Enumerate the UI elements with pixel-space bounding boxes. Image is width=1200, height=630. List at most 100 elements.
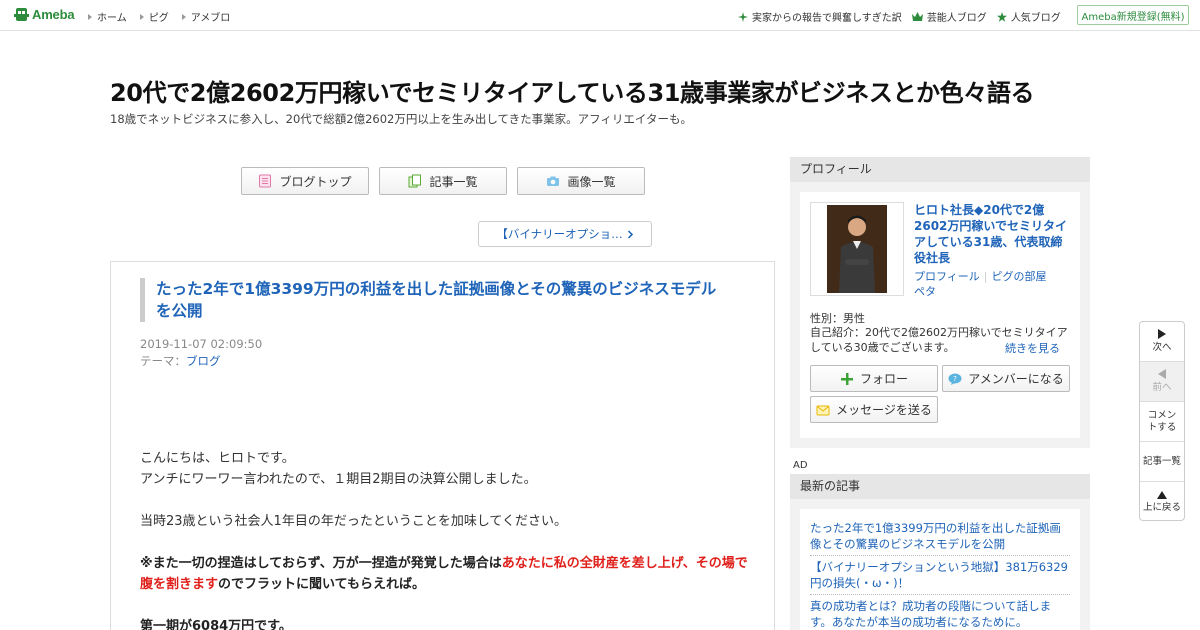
header-link-celebrity-label: 芸能人ブログ — [926, 13, 987, 24]
read-more-link[interactable]: 続きを見る — [1005, 340, 1060, 356]
comment-label: コメントする — [1147, 409, 1177, 433]
next-post-button[interactable]: 次へ — [1140, 322, 1184, 362]
next-label: 次へ — [1152, 342, 1172, 353]
amember-button[interactable]: ? アメンバーになる — [942, 365, 1070, 392]
header-link-popular[interactable]: 人気ブログ — [996, 9, 1061, 24]
follow-label: フォロー — [859, 372, 908, 386]
article-theme-link[interactable]: ブログ — [186, 354, 221, 368]
star-icon — [996, 11, 1007, 22]
ameba-logo[interactable]: Ameba — [14, 6, 75, 23]
header-link-news-label: 実家からの報告で興奮しすぎた訳 — [752, 13, 902, 24]
send-message-button[interactable]: メッセージを送る — [810, 396, 938, 423]
header-links: 実家からの報告で興奮しすぎた訳 芸能人ブログ 人気ブログ — [738, 9, 1061, 24]
article-paragraph: ※また一切の捏造はしておらず、万が一捏造が発覚した場合はあなたに私の全財産を差し… — [140, 553, 750, 595]
crown-icon — [911, 12, 923, 21]
image-list-label: 画像一覧 — [567, 174, 616, 189]
plus-icon — [840, 372, 853, 385]
signup-button[interactable]: Ameba新規登録(無料) — [1077, 5, 1189, 25]
article-text: こんにちは、ヒロトです。 — [140, 451, 295, 466]
image-list-button[interactable]: 画像一覧 — [517, 167, 645, 195]
profile-link[interactable]: プロフィール — [914, 270, 980, 283]
nav-ameblo-link[interactable]: アメブロ — [181, 9, 231, 24]
article-paragraph: こんにちは、ヒロトです。 アンチにワーワー言われたので、１期目2期目の決算公開し… — [140, 448, 750, 490]
triangle-right-icon — [181, 13, 186, 20]
back-to-top-button[interactable]: 上に戻る — [1140, 482, 1184, 522]
next-arrow-icon — [1158, 329, 1166, 339]
comment-button[interactable]: コメントする — [1140, 402, 1184, 442]
profile-links: プロフィール | ピグの部屋 ペタ — [914, 269, 1074, 299]
article-title[interactable]: たった2年で1億3399万円の利益を出した証拠画像とその驚異のビジネスモデルを公… — [156, 278, 730, 322]
chevron-right-icon — [627, 229, 633, 239]
top-nav: ホーム ピグ アメブロ — [88, 9, 230, 24]
ameba-logo-icon — [14, 8, 29, 21]
pig-room-link[interactable]: ピグの部屋 — [992, 270, 1047, 283]
nav-pig-link[interactable]: ピグ — [139, 9, 169, 24]
previous-post-label: 【バイナリーオプショ… — [496, 227, 623, 241]
prev-label: 前へ — [1152, 382, 1172, 393]
profile-heading: プロフィール — [790, 157, 1090, 182]
header-link-news[interactable]: 実家からの報告で興奮しすぎた訳 — [738, 9, 902, 24]
prev-post-button[interactable]: 前へ — [1140, 362, 1184, 402]
logo-text: Ameba — [32, 7, 75, 22]
svg-text:?: ? — [953, 375, 957, 383]
global-header: Ameba ホーム ピグ アメブロ 実家からの報告で興奮しすぎた訳 芸能人ブログ… — [0, 0, 1200, 31]
ad-label: AD — [793, 460, 808, 471]
entry-list-label: 記事一覧 — [429, 174, 478, 189]
article-text: のでフラットに聞いてもらえれば。 — [218, 577, 425, 592]
recent-post-link[interactable]: 【バイナリーオプションという地獄】381万6329円の損失(・ω・)！ — [810, 556, 1070, 595]
amember-label: アメンバーになる — [968, 372, 1064, 386]
profile-photo — [827, 205, 887, 293]
blog-top-button[interactable]: ブログトップ — [241, 167, 369, 195]
nav-pig-label: ピグ — [148, 13, 169, 24]
up-arrow-icon — [1157, 490, 1167, 499]
back-to-top-label: 上に戻る — [1142, 501, 1181, 513]
sparkle-icon — [738, 11, 748, 22]
triangle-right-icon — [88, 13, 92, 20]
prev-arrow-icon — [1158, 369, 1166, 379]
recent-posts-box: 最新の記事 たった2年で1億3399万円の利益を出した証拠画像とその驚異のビジネ… — [790, 474, 1090, 630]
header-link-celebrity[interactable]: 芸能人ブログ — [911, 9, 987, 24]
avatar[interactable] — [810, 202, 904, 296]
article-text: ※また一切の捏造はしておらず、万が一捏造が発覚した場合は — [140, 556, 502, 571]
nav-ameblo-label: アメブロ — [190, 13, 231, 24]
peta-link[interactable]: ペタ — [914, 285, 936, 298]
recent-posts-heading: 最新の記事 — [790, 474, 1090, 499]
article: たった2年で1億3399万円の利益を出した証拠画像とその驚異のビジネスモデルを公… — [110, 261, 775, 630]
envelope-icon — [816, 405, 830, 415]
article-text: 当時23歳という社会人1年目の年だったということを加味してください。 — [140, 514, 568, 529]
blog-title[interactable]: 20代で2億2602万円稼いでセミリタイアしている31歳事業家がビジネスとか色々… — [110, 73, 1034, 108]
pages-icon — [408, 174, 422, 188]
send-message-label: メッセージを送る — [836, 403, 932, 417]
profile-card: ヒロト社長◆20代で2億2602万円稼いでセミリタイアしている31歳、代表取締役… — [800, 192, 1080, 438]
document-icon — [259, 174, 272, 188]
floating-entry-list-label: 記事一覧 — [1142, 455, 1181, 467]
profile-box: プロフィール ヒロト社長◆20代で2億2602万円稼いでセミリタイアしている31… — [790, 157, 1090, 448]
article-paragraph: 当時23歳という社会人1年目の年だったということを加味してください。 — [140, 511, 750, 532]
floating-entry-list-button[interactable]: 記事一覧 — [1140, 442, 1184, 482]
profile-name-link[interactable]: ヒロト社長◆20代で2億2602万円稼いでセミリタイアしている31歳、代表取締役… — [914, 202, 1070, 266]
article-theme-label: テーマ： — [140, 354, 186, 368]
follow-button[interactable]: フォロー — [810, 365, 938, 392]
nav-home-label: ホーム — [97, 13, 127, 24]
article-date: 2019-11-07 02:09:50 — [140, 337, 263, 351]
divider: | — [983, 270, 988, 283]
article-theme: テーマ：ブログ — [140, 353, 221, 369]
floating-nav: 次へ 前へ コメントする 記事一覧 上に戻る — [1139, 321, 1185, 521]
entry-list-button[interactable]: 記事一覧 — [379, 167, 507, 195]
article-emphasis-text: 第一期が6084万円です。 — [140, 619, 292, 630]
blog-top-label: ブログトップ — [279, 174, 352, 189]
previous-post-link[interactable]: 【バイナリーオプショ… — [478, 221, 652, 247]
camera-icon — [547, 176, 560, 186]
blog-description: 18歳でネットビジネスに参入し、20代で総額2億2602万円以上を生み出してきた… — [110, 112, 692, 126]
profile-gender: 性別：男性 — [810, 312, 865, 325]
nav-home-link[interactable]: ホーム — [88, 9, 127, 24]
recent-post-link[interactable]: 真の成功者とは？成功者の段階について話します。あなたが本当の成功者になるために。 — [810, 595, 1070, 630]
header-link-popular-label: 人気ブログ — [1010, 13, 1061, 24]
article-paragraph: 第一期が6084万円です。 — [140, 616, 750, 630]
triangle-right-icon — [139, 13, 144, 20]
speech-bubble-icon: ? — [948, 373, 962, 385]
article-text: アンチにワーワー言われたので、１期目2期目の決算公開しました。 — [140, 472, 537, 487]
article-title-block: たった2年で1億3399万円の利益を出した証拠画像とその驚異のビジネスモデルを公… — [140, 278, 730, 322]
recent-post-link[interactable]: たった2年で1億3399万円の利益を出した証拠画像とその驚異のビジネスモデルを公… — [810, 517, 1070, 556]
article-body: こんにちは、ヒロトです。 アンチにワーワー言われたので、１期目2期目の決算公開し… — [140, 448, 750, 630]
